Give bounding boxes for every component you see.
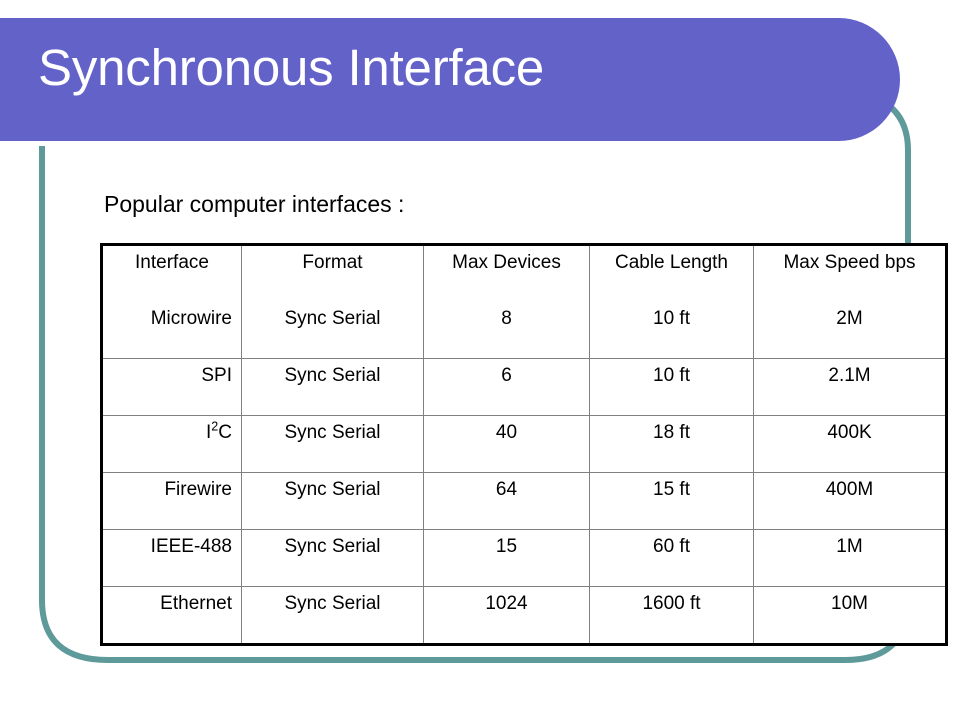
- column-header-interface: Interface: [101, 244, 242, 302]
- cell-cable-length: 10 ft: [589, 302, 754, 359]
- cell-max-speed: 2M: [753, 302, 947, 359]
- table-header: Interface Format Max Devices Cable Lengt…: [101, 244, 947, 302]
- cell-interface: SPI: [101, 358, 242, 416]
- cell-interface: IEEE-488: [101, 529, 242, 587]
- interface-name: Microwire: [150, 308, 232, 329]
- cell-cable-length: 18 ft: [589, 415, 754, 473]
- table-body: Microwire Sync Serial 8 10 ft 2M SPI Syn…: [101, 302, 947, 645]
- cell-max-speed: 400K: [753, 415, 947, 473]
- cell-max-speed: 400M: [753, 472, 947, 530]
- column-header-max-devices: Max Devices: [423, 244, 590, 302]
- column-header-max-speed: Max Speed bps: [753, 244, 947, 302]
- slide-canvas: Synchronous Interface Popular computer i…: [0, 0, 960, 720]
- cell-cable-length: 1600 ft: [589, 586, 754, 645]
- table-row: IEEE-488 Sync Serial 15 60 ft 1M: [101, 529, 947, 587]
- table-row: SPI Sync Serial 6 10 ft 2.1M: [101, 358, 947, 416]
- table-row: I2C Sync Serial 40 18 ft 400K: [101, 415, 947, 473]
- cell-max-devices: 1024: [423, 586, 590, 645]
- table-header-row: Interface Format Max Devices Cable Lengt…: [101, 244, 947, 302]
- cell-max-devices: 64: [423, 472, 590, 530]
- interface-name: IEEE-488: [150, 536, 232, 557]
- cell-max-devices: 8: [423, 302, 590, 359]
- cell-cable-length: 60 ft: [589, 529, 754, 587]
- table-row: Ethernet Sync Serial 1024 1600 ft 10M: [101, 586, 947, 645]
- subtitle-text: Popular computer interfaces :: [104, 191, 405, 217]
- cell-format: Sync Serial: [241, 358, 424, 416]
- cell-interface: Microwire: [101, 302, 242, 359]
- page-title: Synchronous Interface: [38, 39, 545, 96]
- cell-max-speed: 1M: [753, 529, 947, 587]
- cell-cable-length: 10 ft: [589, 358, 754, 416]
- cell-cable-length: 15 ft: [589, 472, 754, 530]
- cell-format: Sync Serial: [241, 529, 424, 587]
- table-row: Firewire Sync Serial 64 15 ft 400M: [101, 472, 947, 530]
- cell-max-devices: 40: [423, 415, 590, 473]
- cell-max-speed: 10M: [753, 586, 947, 645]
- cell-max-devices: 6: [423, 358, 590, 416]
- cell-max-speed: 2.1M: [753, 358, 947, 416]
- cell-max-devices: 15: [423, 529, 590, 587]
- interface-name: Firewire: [164, 479, 232, 500]
- column-header-format: Format: [241, 244, 424, 302]
- cell-format: Sync Serial: [241, 415, 424, 473]
- cell-interface: Firewire: [101, 472, 242, 530]
- cell-format: Sync Serial: [241, 302, 424, 359]
- column-header-cable-length: Cable Length: [589, 244, 754, 302]
- interface-name-tail: C: [218, 422, 232, 443]
- title-underline-rule: [0, 141, 796, 146]
- cell-format: Sync Serial: [241, 586, 424, 645]
- cell-interface: Ethernet: [101, 586, 242, 645]
- interface-name: Ethernet: [160, 593, 232, 614]
- cell-interface: I2C: [101, 415, 242, 473]
- interfaces-table: Interface Format Max Devices Cable Lengt…: [100, 243, 948, 646]
- interface-name: SPI: [201, 365, 232, 386]
- cell-format: Sync Serial: [241, 472, 424, 530]
- table-row: Microwire Sync Serial 8 10 ft 2M: [101, 302, 947, 359]
